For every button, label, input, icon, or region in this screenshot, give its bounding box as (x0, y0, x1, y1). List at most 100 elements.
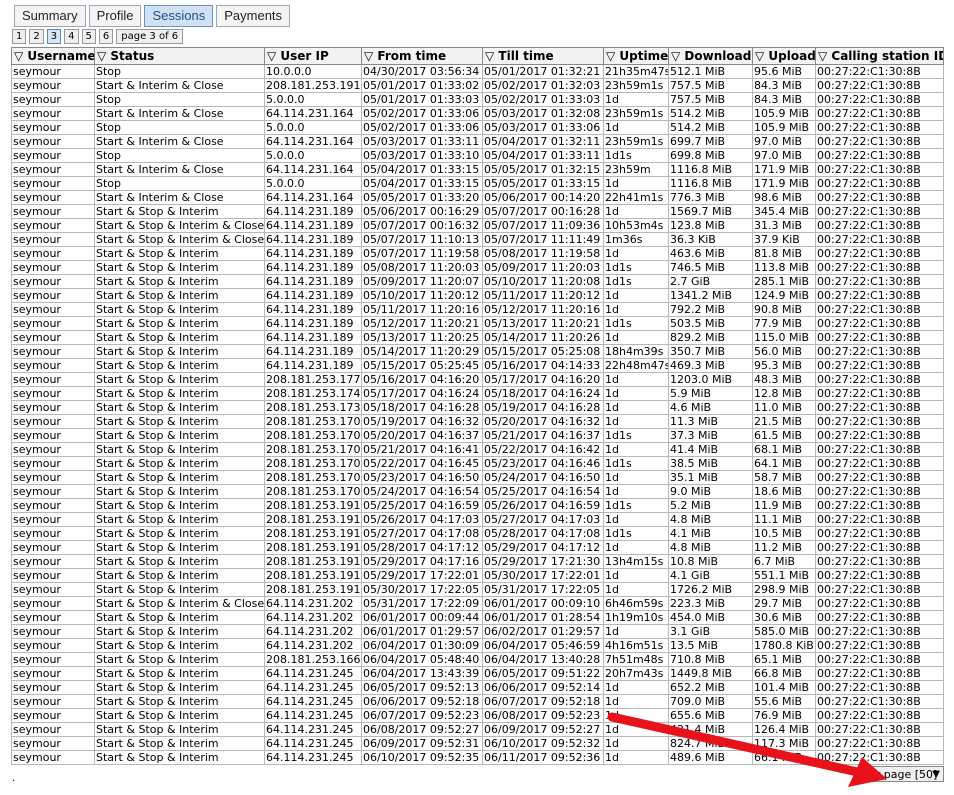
page-button-1[interactable]: 1 (12, 29, 27, 44)
table-cell: 05/03/2017 01:33:10 (361, 148, 483, 163)
table-cell: 00:27:22:C1:30:8B (815, 442, 944, 457)
table-row: seymour Start & Interim & Close 64.114.231… (11, 190, 944, 205)
page-button-2[interactable]: 2 (29, 29, 44, 44)
table-cell: Start & Stop & Interim (94, 568, 265, 583)
table-cell: 1d (603, 330, 669, 345)
table-cell: 05/28/2017 04:17:08 (482, 526, 604, 541)
table-cell: 05/01/2017 01:33:03 (361, 92, 483, 107)
table-cell: 00:27:22:C1:30:8B (815, 358, 944, 373)
table-row: seymour Start & Stop & Interim 208.181.253… (11, 470, 944, 485)
table-row: seymour Start & Stop & Interim 64.114.231.… (11, 680, 944, 695)
column-header[interactable]: ▽ Download (668, 47, 753, 65)
table-cell: 00:27:22:C1:30:8B (815, 582, 944, 597)
table-cell: 05/09/2017 11:20:07 (361, 274, 483, 289)
table-cell: 95.3 MiB (752, 358, 816, 373)
table-cell: 06/02/2017 01:29:57 (482, 624, 604, 639)
table-cell: 05/10/2017 11:20:12 (361, 288, 483, 303)
per-page-select[interactable]: per page [50] ▼ (858, 766, 944, 782)
table-row: seymour Start & Stop & Interim 64.114.231.… (11, 204, 944, 219)
table-cell: 421.4 MiB (668, 722, 753, 737)
table-cell: 05/07/2017 11:10:13 (361, 232, 483, 247)
table-cell: 757.5 MiB (668, 92, 753, 107)
column-header[interactable]: ▽ Username (11, 47, 95, 65)
table-cell: 05/04/2017 01:33:15 (361, 162, 483, 177)
table-cell: 117.3 MiB (752, 736, 816, 751)
table-cell: Start & Interim & Close (94, 190, 265, 205)
table-cell: 23h59m1s (603, 78, 669, 93)
tab-profile[interactable]: Profile (88, 5, 142, 27)
tab-payments[interactable]: Payments (216, 5, 291, 27)
table-row: seymour Start & Interim & Close 64.114.231… (11, 162, 944, 177)
table-row: seymour Start & Stop & Interim 208.181.253… (11, 512, 944, 527)
table-cell: 05/26/2017 04:16:59 (482, 498, 604, 513)
table-cell: 1d (603, 386, 669, 401)
table-cell: 1116.8 MiB (668, 176, 753, 191)
table-cell: Start & Stop & Interim & Close (94, 232, 265, 247)
table-cell: 00:27:22:C1:30:8B (815, 652, 944, 667)
table-cell: Start & Stop & Interim & Close (94, 596, 265, 611)
table-cell: 00:27:22:C1:30:8B (815, 540, 944, 555)
tab-sessions[interactable]: Sessions (144, 5, 214, 27)
table-cell: 05/25/2017 04:16:59 (361, 498, 483, 513)
column-header[interactable]: ▽ Status (94, 47, 265, 65)
table-cell: 66.8 MiB (752, 666, 816, 681)
table-cell: 05/05/2017 01:32:15 (482, 162, 604, 177)
table-cell: 10.8 MiB (668, 554, 753, 569)
table-cell: 00:27:22:C1:30:8B (815, 260, 944, 275)
table-cell: 05/24/2017 04:16:54 (361, 484, 483, 499)
table-row: seymour Start & Stop & Interim 208.181.253… (11, 526, 944, 541)
page-button-5[interactable]: 5 (81, 29, 96, 44)
table-cell: 64.114.231.164 (264, 190, 362, 205)
table-cell: seymour (11, 204, 95, 219)
table-cell: 00:27:22:C1:30:8B (815, 120, 944, 135)
tab-summary[interactable]: Summary (14, 5, 86, 27)
column-header[interactable]: ▽ User IP (264, 47, 362, 65)
table-cell: 208.181.253.191 (264, 78, 362, 93)
table-cell: 00:27:22:C1:30:8B (815, 218, 944, 233)
table-cell: 171.9 MiB (752, 176, 816, 191)
table-row: seymour Start & Stop & Interim 208.181.253… (11, 442, 944, 457)
table-cell: 64.114.231.202 (264, 624, 362, 639)
table-cell: Start & Stop & Interim (94, 680, 265, 695)
table-cell: 05/07/2017 11:19:58 (361, 246, 483, 261)
page-button-6[interactable]: 6 (98, 29, 114, 44)
page-button-4[interactable]: 4 (64, 29, 79, 44)
table-cell: 699.8 MiB (668, 148, 753, 163)
table-cell: Stop (94, 64, 265, 79)
table-cell: 23h59m (603, 162, 669, 177)
table-cell: Stop (94, 176, 265, 191)
table-cell: Stop (94, 92, 265, 107)
column-header[interactable]: ▽ Till time (482, 47, 604, 65)
table-cell: 350.7 MiB (668, 344, 753, 359)
table-cell: 64.114.231.245 (264, 708, 362, 723)
table-cell: 64.114.231.164 (264, 162, 362, 177)
table-cell: 208.181.253.177 (264, 372, 362, 387)
table-row: seymour Start & Stop & Interim 64.114.231.… (11, 302, 944, 317)
table-cell: 64.114.231.189 (264, 204, 362, 219)
column-header[interactable]: ▽ Upload (752, 47, 816, 65)
table-cell: 05/24/2017 04:16:50 (482, 470, 604, 485)
table-cell: seymour (11, 218, 95, 233)
table-cell: 00:27:22:C1:30:8B (815, 470, 944, 485)
table-cell: 22h41m1s (603, 190, 669, 205)
page-button-3[interactable]: 3 (46, 29, 62, 44)
table-cell: 1d (603, 708, 669, 723)
table-cell: 1d (603, 176, 669, 191)
column-header[interactable]: ▽ Calling station ID (815, 47, 944, 65)
table-cell: Start & Stop & Interim (94, 708, 265, 723)
column-header[interactable]: ▽ From time (361, 47, 483, 65)
column-header[interactable]: ▽ Uptime (603, 47, 669, 65)
table-row: seymour Start & Stop & Interim 208.181.253… (11, 428, 944, 443)
table-cell: 00:27:22:C1:30:8B (815, 554, 944, 569)
table-cell: 1d (603, 288, 669, 303)
table-row: seymour Stop 5.0.0.0 05/01/2017 01:33:03 05/… (11, 92, 944, 107)
table-cell: 05/13/2017 11:20:25 (361, 330, 483, 345)
table-cell: 37.3 MiB (668, 428, 753, 443)
table-cell: Start & Stop & Interim (94, 624, 265, 639)
table-cell: 64.114.231.245 (264, 750, 362, 765)
table-cell: 1d (603, 582, 669, 597)
table-cell: 05/11/2017 11:20:12 (482, 288, 604, 303)
table-cell: 3.1 GiB (668, 624, 753, 639)
table-cell: 05/01/2017 01:33:02 (361, 78, 483, 93)
table-cell: seymour (11, 358, 95, 373)
